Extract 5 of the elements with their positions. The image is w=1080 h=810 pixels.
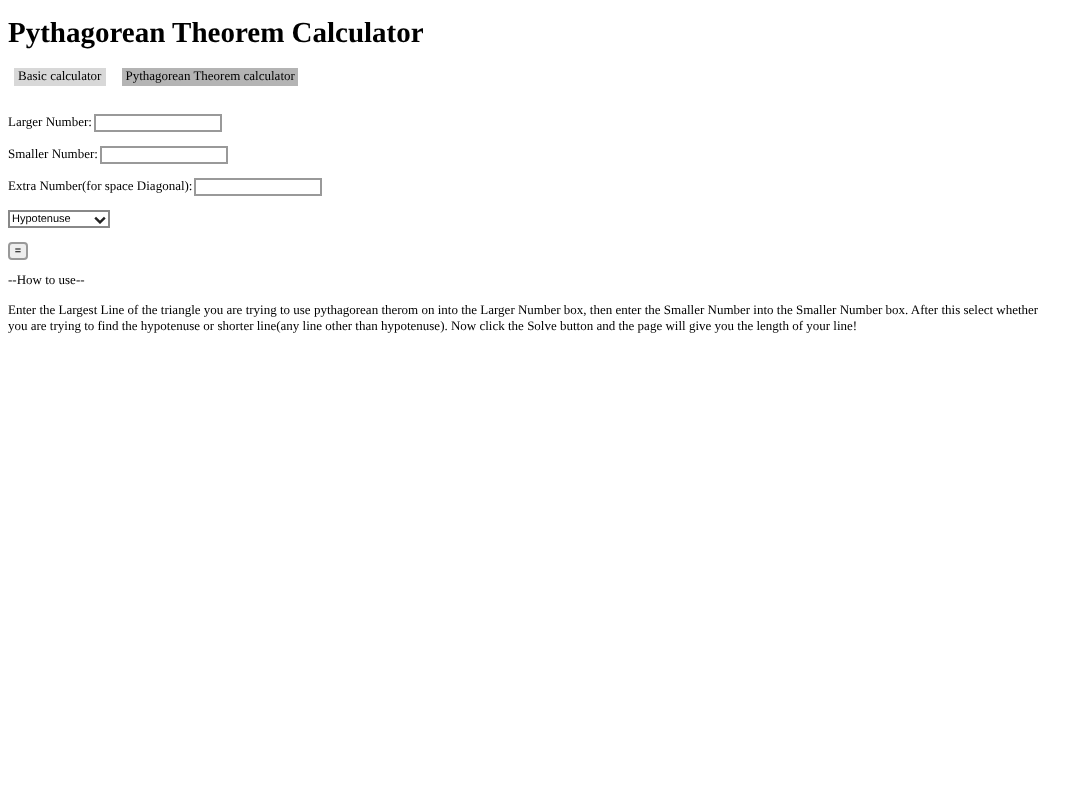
chevron-icon <box>94 215 106 223</box>
input-field[interactable] <box>93 114 222 132</box>
input-field[interactable] <box>194 178 323 196</box>
page-title: Pythagorean Theorem Calculator <box>8 18 426 52</box>
input-field[interactable] <box>99 146 228 164</box>
